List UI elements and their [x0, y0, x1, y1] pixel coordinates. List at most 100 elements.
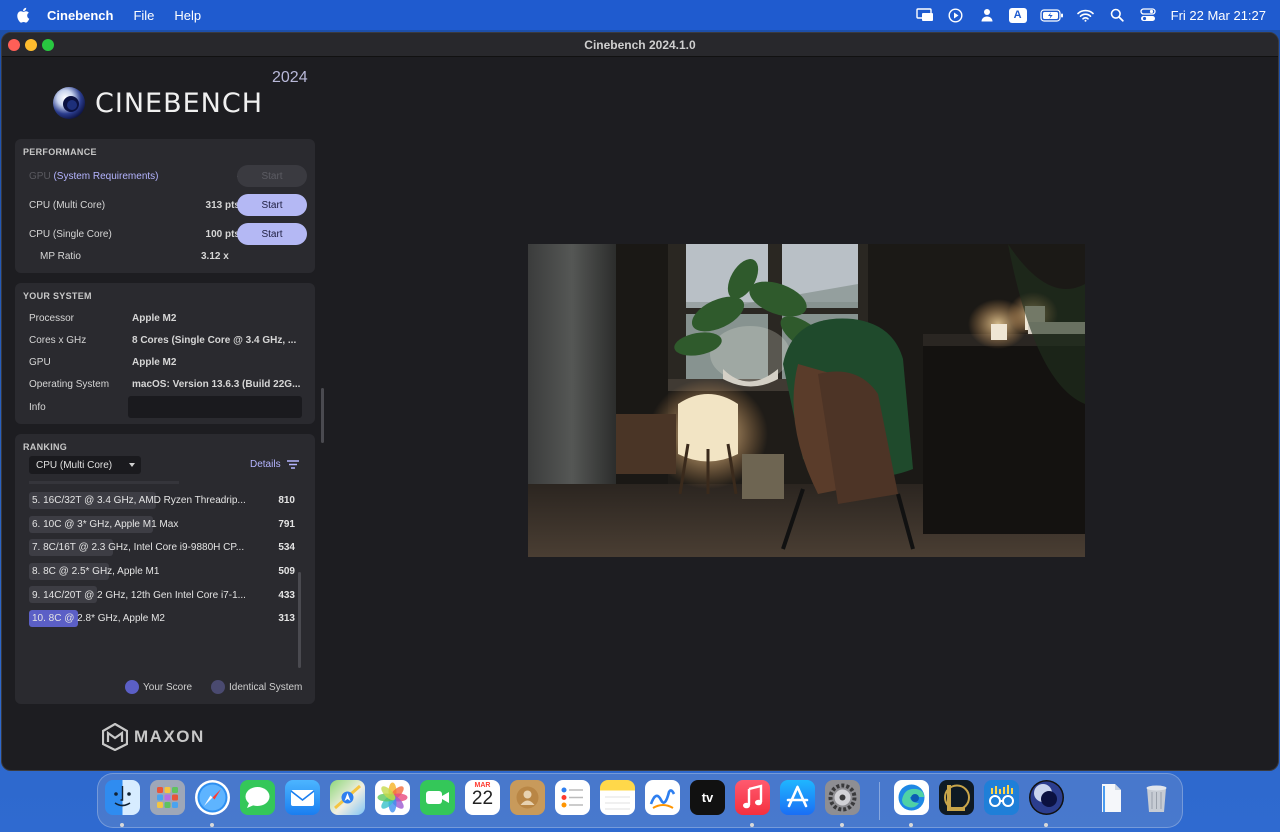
- ranking-item[interactable]: 9. 14C/20T @ 2 GHz, 12th Gen Intel Core …: [29, 583, 299, 607]
- running-indicator: [840, 823, 844, 827]
- system-requirements-link[interactable]: (System Requirements): [53, 171, 158, 182]
- ranking-item[interactable]: 5. 16C/32T @ 3.4 GHz, AMD Ryzen Threadri…: [29, 489, 299, 513]
- ranking-item-name: 5. 16C/32T @ 3.4 GHz, AMD Ryzen Threadri…: [32, 495, 246, 507]
- mp-ratio-value: 3.12 x: [201, 251, 229, 262]
- ranking-item-score: 509: [278, 566, 295, 578]
- ranking-title: RANKING: [23, 442, 68, 452]
- performance-title: PERFORMANCE: [23, 147, 97, 157]
- ranking-test-select[interactable]: CPU (Multi Core): [29, 456, 141, 474]
- apple-menu-icon[interactable]: [16, 7, 30, 23]
- gpu-start-button[interactable]: Start: [237, 165, 307, 187]
- identical-system-swatch: [211, 680, 225, 694]
- messages-icon[interactable]: [240, 780, 275, 815]
- cpu-multi-start-button[interactable]: Start: [237, 194, 307, 216]
- ranking-item-your-score[interactable]: 10. 8C @ 2.8* GHz, Apple M2 313: [29, 607, 299, 631]
- cpu-multi-row: CPU (Multi Core) 313 pts Start: [29, 194, 307, 216]
- cinebench-logo-icon: [53, 87, 85, 119]
- menu-clock[interactable]: Fri 22 Mar 21:27: [1171, 8, 1266, 23]
- filter-icon: [286, 460, 299, 469]
- control-center-icon[interactable]: [1139, 7, 1157, 23]
- cpu-multi-score: 313 pts: [205, 199, 240, 211]
- finder-icon[interactable]: [105, 780, 140, 815]
- app-store-icon[interactable]: [780, 780, 815, 815]
- running-indicator: [909, 823, 913, 827]
- sidebar-scrollbar[interactable]: [321, 388, 324, 443]
- window-title: Cinebench 2024.1.0: [584, 37, 696, 52]
- legend-your-score-label: Your Score: [143, 681, 193, 693]
- cpu-multi-label: CPU (Multi Core): [29, 199, 106, 211]
- ranking-item-score: 791: [278, 518, 295, 530]
- ranking-list[interactable]: 5. 16C/32T @ 3.4 GHz, AMD Ryzen Threadri…: [29, 489, 299, 631]
- trash-icon[interactable]: [1139, 780, 1174, 815]
- ranking-item[interactable]: 6. 10C @ 3* GHz, Apple M1 Max 791: [29, 513, 299, 537]
- calendar-day: 22: [471, 788, 494, 809]
- maps-icon[interactable]: [330, 780, 365, 815]
- system-key: Operating System: [29, 379, 110, 390]
- info-input[interactable]: [128, 396, 302, 418]
- dock: MAR 22 tv: [97, 773, 1183, 828]
- ranking-item[interactable]: 7. 8C/16T @ 2.3 GHz, Intel Core i9-9880H…: [29, 536, 299, 560]
- spotlight-search-icon[interactable]: [1108, 7, 1126, 23]
- cinebench-window: Cinebench 2024.1.0 CINEBENCH 2024 PERFOR…: [1, 32, 1279, 771]
- mail-icon[interactable]: [285, 780, 320, 815]
- running-indicator: [210, 823, 214, 827]
- ranking-item-score: 810: [278, 495, 295, 507]
- window-titlebar[interactable]: Cinebench 2024.1.0: [2, 33, 1278, 57]
- launchpad-icon[interactable]: [150, 780, 185, 815]
- user-icon[interactable]: [978, 7, 996, 23]
- system-key: Info: [29, 402, 46, 413]
- apple-tv-label: tv: [701, 790, 714, 805]
- menu-file[interactable]: File: [133, 8, 154, 23]
- chevron-down-icon: [129, 463, 135, 467]
- safari-icon[interactable]: [195, 780, 230, 815]
- glasses-app-icon[interactable]: [984, 780, 1019, 815]
- maxon-logo: MAXON: [102, 723, 205, 751]
- ranking-item[interactable]: 8. 8C @ 2.5* GHz, Apple M1 509: [29, 560, 299, 584]
- microsoft-edge-icon[interactable]: [894, 780, 929, 815]
- play-circle-icon[interactable]: [947, 7, 965, 23]
- screen-mirroring-icon[interactable]: [915, 7, 934, 23]
- reminders-icon[interactable]: [555, 780, 590, 815]
- notes-icon[interactable]: [600, 780, 635, 815]
- minimize-window-button[interactable]: [25, 39, 37, 51]
- ranking-item-name: 10. 8C @ 2.8* GHz, Apple M2: [32, 613, 165, 625]
- battery-icon[interactable]: [1040, 7, 1064, 23]
- running-indicator: [750, 823, 754, 827]
- menu-help[interactable]: Help: [174, 8, 201, 23]
- contacts-icon[interactable]: [510, 780, 545, 815]
- system-key: GPU: [29, 357, 51, 368]
- ranking-item-name: 7. 8C/16T @ 2.3 GHz, Intel Core i9-9880H…: [32, 542, 245, 554]
- keyboard-input-icon[interactable]: A: [1008, 7, 1027, 23]
- ranking-item-name: 8. 8C @ 2.5* GHz, Apple M1: [32, 566, 160, 578]
- cpu-single-score: 100 pts: [205, 228, 240, 240]
- maxon-logo-text: MAXON: [134, 727, 205, 746]
- system-key: Processor: [29, 313, 75, 324]
- mp-ratio-label: MP Ratio: [40, 251, 81, 262]
- apple-tv-icon[interactable]: tv: [690, 780, 725, 815]
- photos-icon[interactable]: [375, 780, 410, 815]
- wifi-icon[interactable]: [1077, 7, 1095, 23]
- system-settings-icon[interactable]: [825, 780, 860, 815]
- running-indicator: [120, 823, 124, 827]
- system-value: Apple M2: [132, 357, 177, 368]
- gpu-label: GPU: [29, 170, 51, 182]
- music-icon[interactable]: [735, 780, 770, 815]
- cpu-single-start-button[interactable]: Start: [237, 223, 307, 245]
- system-key: Cores x GHz: [29, 335, 87, 346]
- zoom-window-button[interactable]: [42, 39, 54, 51]
- menu-app-name[interactable]: Cinebench: [47, 8, 113, 23]
- close-window-button[interactable]: [8, 39, 20, 51]
- calendar-icon[interactable]: MAR 22: [465, 780, 500, 815]
- facetime-icon[interactable]: [420, 780, 455, 815]
- system-row-cores: Cores x GHz 8 Cores (Single Core @ 3.4 G…: [29, 335, 309, 346]
- details-button[interactable]: Details: [250, 459, 299, 470]
- cinebench-dock-icon[interactable]: [1029, 780, 1064, 815]
- ranking-item-score: 433: [278, 589, 295, 601]
- league-of-legends-icon[interactable]: [939, 780, 974, 815]
- cpu-single-label: CPU (Single Core): [29, 228, 112, 240]
- ranking-scrollbar[interactable]: [298, 572, 301, 668]
- documents-folder-icon[interactable]: [1094, 780, 1129, 815]
- traffic-lights: [8, 39, 59, 51]
- cpu-single-row: CPU (Single Core) 100 pts Start: [29, 223, 307, 245]
- freeform-icon[interactable]: [645, 780, 680, 815]
